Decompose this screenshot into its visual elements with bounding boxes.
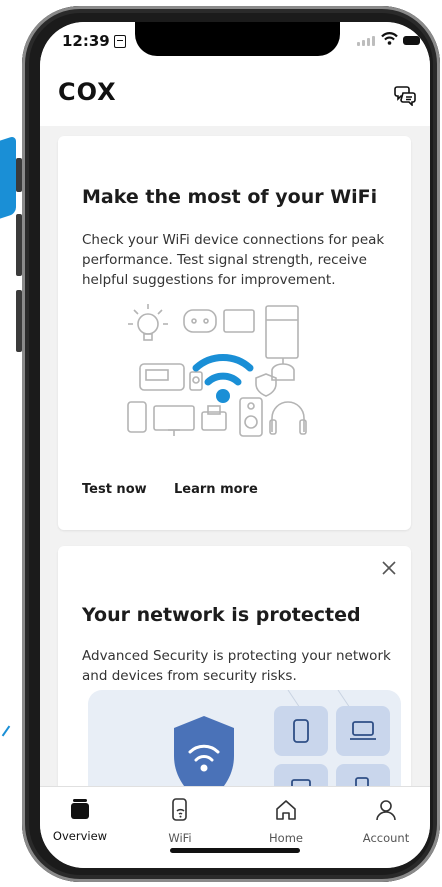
learn-more-link[interactable]: Learn more <box>174 482 258 497</box>
background-accent-line <box>1 725 11 737</box>
phone-notch <box>135 22 340 56</box>
app-header: COX <box>40 66 430 126</box>
status-time-group: 12:39 <box>62 32 126 50</box>
close-icon[interactable] <box>381 560 397 576</box>
security-card-title: Your network is protected <box>82 604 361 626</box>
tab-overview-label: Overview <box>52 829 108 843</box>
cox-logo: COX <box>58 78 117 106</box>
chat-icon[interactable] <box>394 84 418 106</box>
bottom-tab-bar: Overview WiFi Home Account <box>40 786 430 868</box>
tab-wifi[interactable]: WiFi <box>140 797 220 845</box>
wifi-card-title: Make the most of your WiFi <box>82 186 378 208</box>
test-now-link[interactable]: Test now <box>82 482 147 497</box>
wifi-device-icon <box>172 798 187 821</box>
phone-volume-down <box>16 290 22 352</box>
wifi-card-description: Check your WiFi device connections for p… <box>82 232 385 288</box>
tab-overview[interactable]: Overview <box>40 797 120 843</box>
security-card-description: Advanced Security is protecting your net… <box>82 648 391 684</box>
security-status-card: Your network is protected Advanced Secur… <box>58 546 411 786</box>
phone-mute-switch <box>16 158 22 192</box>
wifi-status-icon <box>381 32 398 45</box>
app-screen: 12:39 COX Make the most of your WiFi Che… <box>40 22 430 868</box>
shield-devices-graphic <box>174 690 390 786</box>
home-indicator <box>170 848 300 853</box>
wifi-devices-illustration <box>127 304 307 437</box>
battery-icon <box>403 36 420 45</box>
cellular-signal-icon <box>357 36 375 46</box>
security-illustration <box>88 690 401 786</box>
tab-account[interactable]: Account <box>346 797 426 845</box>
account-icon <box>376 800 396 821</box>
tab-home[interactable]: Home <box>246 797 326 845</box>
phone-volume-up <box>16 214 22 276</box>
id-badge-icon <box>113 34 126 48</box>
tab-wifi-label: WiFi <box>168 831 192 845</box>
status-time: 12:39 <box>62 32 110 50</box>
tab-account-label: Account <box>362 831 410 845</box>
scroll-content[interactable]: Make the most of your WiFi Check your Wi… <box>40 126 430 786</box>
overview-icon <box>71 799 89 819</box>
tab-home-label: Home <box>269 831 303 845</box>
wifi-promo-card: Make the most of your WiFi Check your Wi… <box>58 136 411 530</box>
background-accent-shape <box>0 135 16 219</box>
home-icon <box>276 800 296 820</box>
